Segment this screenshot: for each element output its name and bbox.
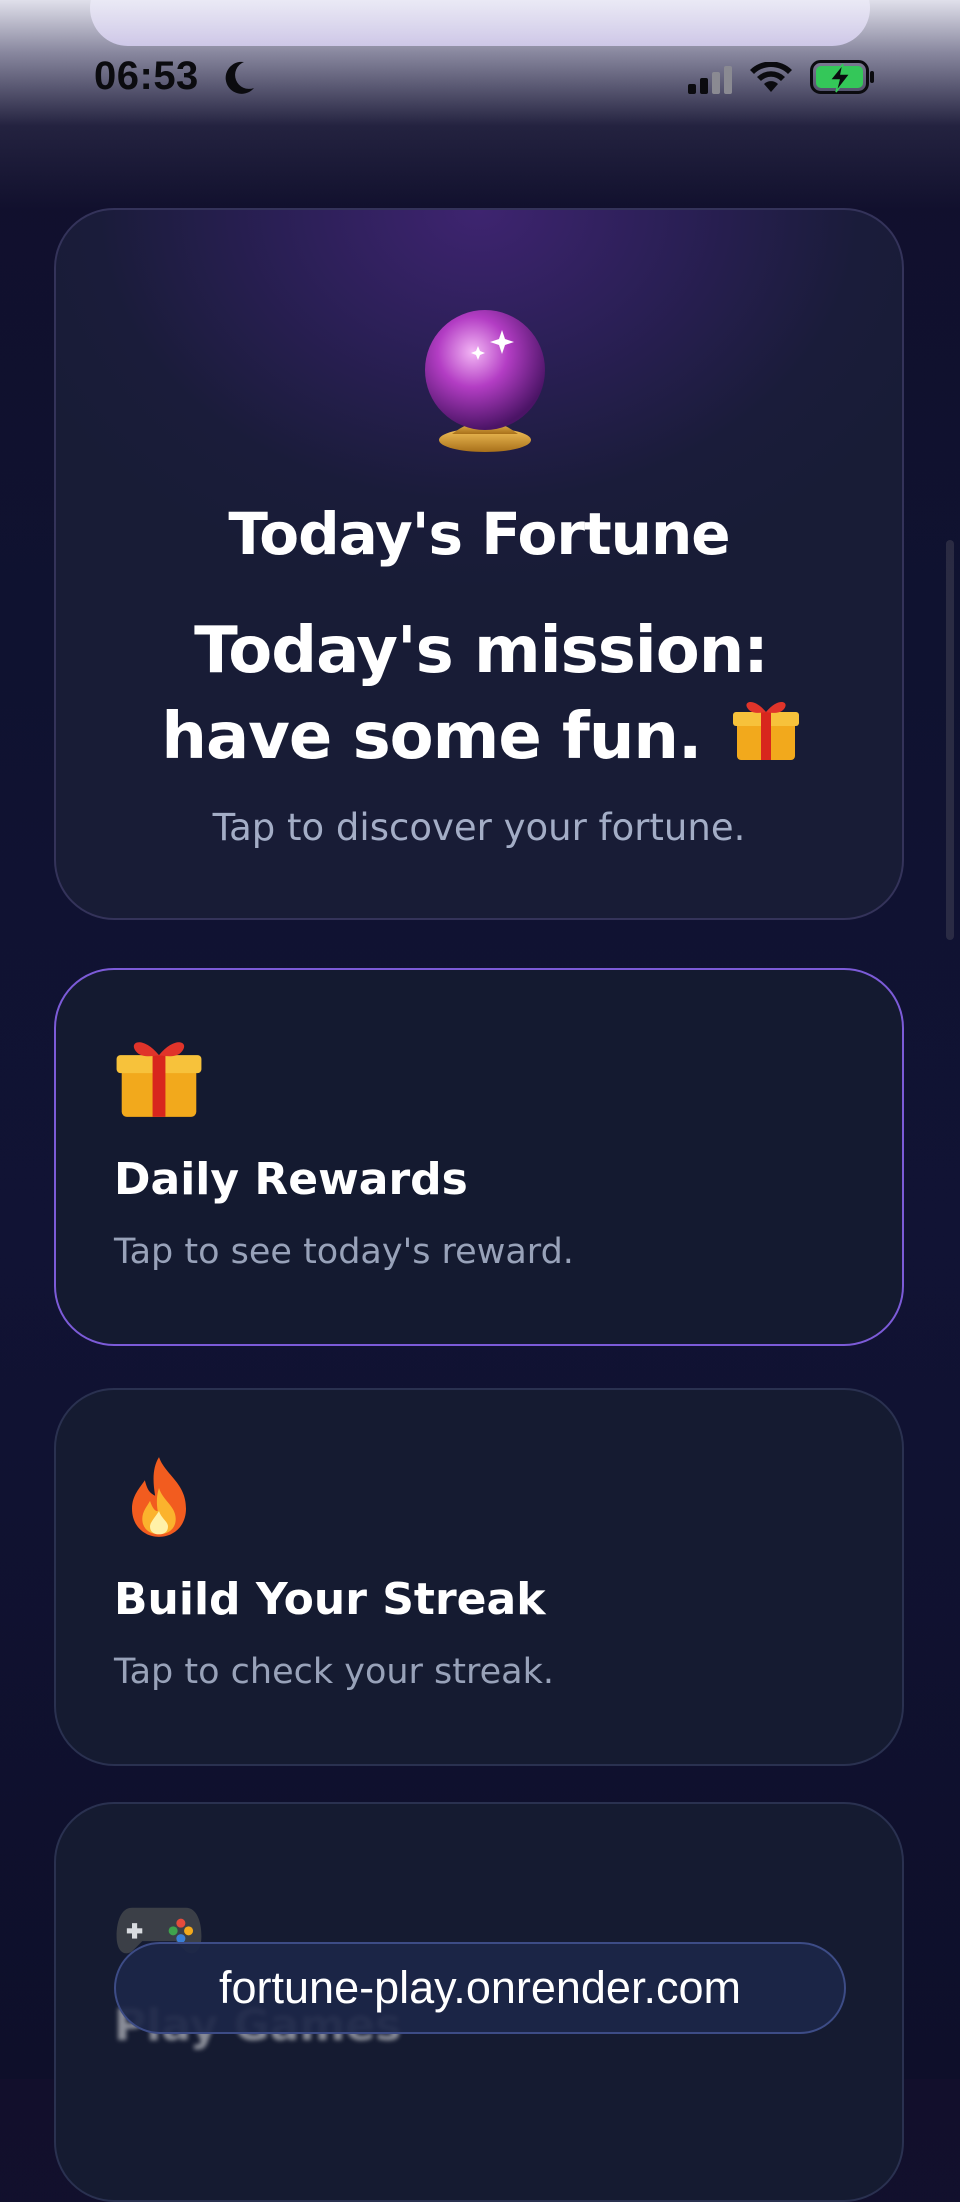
- card-subtitle: Tap to discover your fortune.: [212, 806, 746, 849]
- fire-icon: [114, 1452, 204, 1542]
- cellular-signal-icon: [688, 66, 732, 98]
- status-time: 06:53: [94, 54, 199, 98]
- battery-charging-icon: [810, 60, 876, 100]
- moon-icon: [222, 60, 256, 100]
- crystal-ball-icon: [422, 308, 548, 454]
- streak-title: Build Your Streak: [114, 1574, 546, 1625]
- streak-subtitle: Tap to check your streak.: [114, 1652, 555, 1692]
- fortune-card[interactable]: Today's Fortune Today's mission: have so…: [54, 208, 904, 920]
- gift-icon: [114, 1032, 204, 1122]
- scrollbar[interactable]: [946, 540, 954, 940]
- fortune-message: Today's mission: have some fun.: [161, 614, 768, 774]
- card-title: Today's Fortune: [228, 500, 730, 568]
- streak-card[interactable]: Build Your Streak Tap to check your stre…: [54, 1388, 904, 1766]
- wifi-icon: [750, 61, 792, 98]
- gift-icon: [731, 694, 801, 786]
- daily-rewards-subtitle: Tap to see today's reward.: [114, 1232, 574, 1272]
- status-bar: 06:53: [0, 48, 960, 110]
- daily-rewards-title: Daily Rewards: [114, 1154, 468, 1205]
- browser-url-bar[interactable]: fortune-play.onrender.com: [114, 1942, 846, 2034]
- fortune-text: Today's mission: have some fun.: [116, 608, 846, 786]
- daily-rewards-card[interactable]: Daily Rewards Tap to see today's reward.: [54, 968, 904, 1346]
